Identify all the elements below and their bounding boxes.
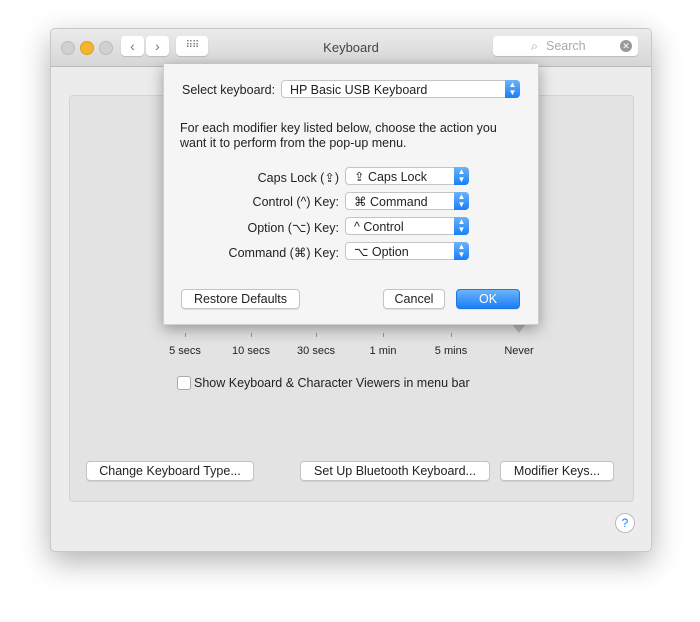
slider-knob[interactable] [512,324,526,333]
clear-search-icon[interactable]: ✕ [620,40,632,52]
select-keyboard-label: Select keyboard: [182,83,276,97]
setup-bluetooth-keyboard-button[interactable]: Set Up Bluetooth Keyboard... [300,461,490,481]
search-field[interactable]: ⌕ Search ✕ [493,36,638,56]
change-keyboard-type-button[interactable]: Change Keyboard Type... [86,461,254,481]
chevron-updown-icon: ▲ ▼ [505,80,520,98]
command-key-popup[interactable]: ⌥ Option ▲ ▼ [345,242,469,260]
description-line: want it to perform from the pop-up menu. [180,136,407,150]
slider-label: 1 min [369,345,397,357]
slider-tick [185,333,186,337]
slider-tick [251,333,252,337]
slider-label: 30 secs [297,345,335,357]
control-key-value: ⌘ Command [354,195,428,209]
chevron-updown-icon: ▲ ▼ [454,242,469,260]
chevron-updown-icon: ▲ ▼ [454,167,469,185]
search-icon: ⌕ [531,39,539,53]
title-bar: ‹ › ⠿⠿ Keyboard ⌕ Search ✕ [51,29,651,67]
ok-button[interactable]: OK [456,289,520,309]
search-placeholder: Search [546,39,586,53]
caps-lock-label: Caps Lock (⇪) [257,171,339,185]
command-key-label: Command (⌘) Key: [228,246,339,260]
restore-defaults-button[interactable]: Restore Defaults [181,289,300,309]
description-text: For each modifier key listed below, choo… [180,121,497,151]
slider-label: Never [504,345,534,357]
option-key-value: ^ Control [354,220,404,234]
slider-label: 5 secs [169,345,201,357]
chevron-updown-icon: ▲ ▼ [454,217,469,235]
caps-lock-popup[interactable]: ⇪ Caps Lock ▲ ▼ [345,167,469,185]
option-key-label: Option (⌥) Key: [247,221,339,235]
command-key-value: ⌥ Option [354,245,409,259]
slider-label: 10 secs [232,345,270,357]
modifier-keys-sheet: Select keyboard: HP Basic USB Keyboard ▲… [163,64,539,325]
slider-tick [383,333,384,337]
slider-tick [451,333,452,337]
description-line: For each modifier key listed below, choo… [180,121,497,135]
control-key-popup[interactable]: ⌘ Command ▲ ▼ [345,192,469,210]
select-keyboard-value: HP Basic USB Keyboard [290,83,428,97]
show-viewers-checkbox[interactable] [177,376,191,390]
select-keyboard-popup[interactable]: HP Basic USB Keyboard ▲ ▼ [281,80,520,98]
cancel-button[interactable]: Cancel [383,289,445,309]
show-viewers-label: Show Keyboard & Character Viewers in men… [194,376,470,390]
chevron-updown-icon: ▲ ▼ [454,192,469,210]
modifier-keys-button[interactable]: Modifier Keys... [500,461,614,481]
caps-lock-value: ⇪ Caps Lock [354,170,428,184]
slider-label: 5 mins [434,345,468,357]
control-key-label: Control (^) Key: [252,195,339,209]
help-button[interactable]: ? [615,513,635,533]
slider-tick [316,333,317,337]
option-key-popup[interactable]: ^ Control ▲ ▼ [345,217,469,235]
